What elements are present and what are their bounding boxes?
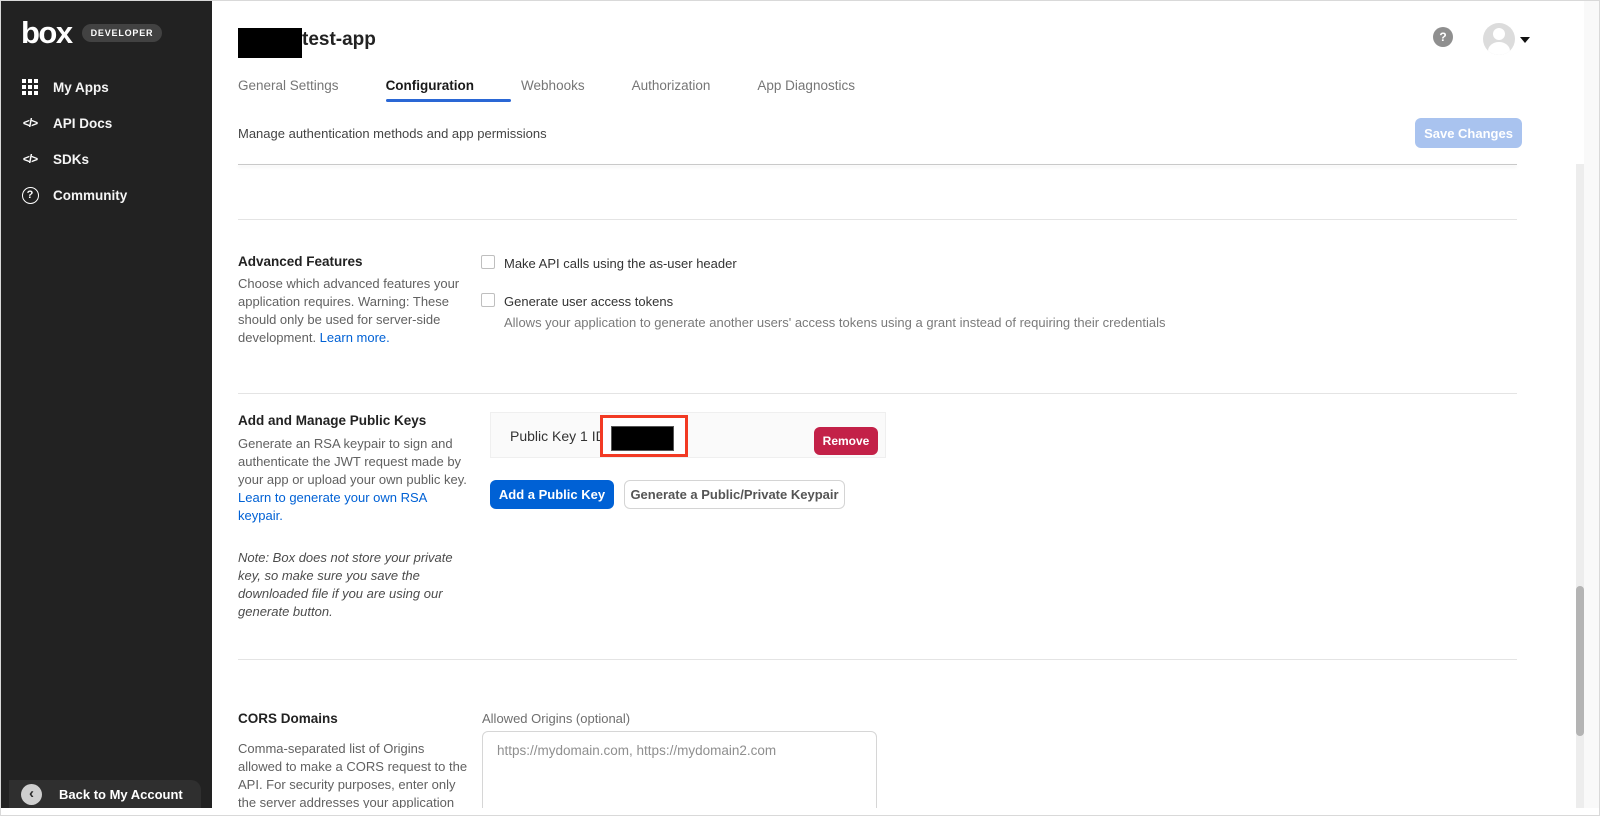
rsa-keypair-link[interactable]: Learn to generate your own RSA keypair. — [238, 490, 427, 523]
back-to-my-account-label: Back to My Account — [59, 787, 183, 802]
advanced-features-title: Advanced Features — [238, 254, 363, 269]
avatar[interactable] — [1483, 23, 1515, 55]
divider — [238, 164, 1517, 165]
divider — [238, 219, 1517, 220]
public-keys-note: Note: Box does not store your private ke… — [238, 549, 471, 621]
chevron-down-icon[interactable] — [1520, 37, 1530, 43]
sidebar-item-community[interactable]: ? Community — [1, 177, 212, 213]
generate-keypair-button[interactable]: Generate a Public/Private Keypair — [624, 480, 845, 509]
public-key-id-redaction-highlight — [600, 415, 688, 457]
allowed-origins-label: Allowed Origins (optional) — [482, 711, 630, 726]
box-logo[interactable]: box DEVELOPER — [21, 17, 162, 48]
user-tokens-description: Allows your application to generate anot… — [504, 315, 1166, 330]
sidebar-item-sdks[interactable]: </> SDKs — [1, 141, 212, 177]
as-user-checkbox-label: Make API calls using the as-user header — [504, 256, 737, 271]
advanced-features-description: Choose which advanced features your appl… — [238, 275, 471, 347]
divider — [238, 393, 1517, 394]
question-circle-icon: ? — [19, 187, 41, 204]
right-gutter — [1584, 1, 1600, 816]
public-key-id-redaction-box — [611, 426, 674, 451]
section-subtitle: Manage authentication methods and app pe… — [238, 126, 547, 141]
box-logo-text: box — [21, 17, 72, 48]
tab-webhooks[interactable]: Webhooks — [521, 78, 585, 102]
user-tokens-checkbox[interactable] — [481, 293, 495, 307]
learn-more-link[interactable]: Learn more. — [320, 330, 390, 345]
public-keys-title: Add and Manage Public Keys — [238, 413, 426, 428]
sidebar-item-label: API Docs — [53, 116, 112, 131]
tab-app-diagnostics[interactable]: App Diagnostics — [757, 78, 855, 102]
public-key-id-label: Public Key 1 ID — [510, 428, 606, 444]
tab-authorization[interactable]: Authorization — [632, 78, 711, 102]
avatar-shoulders — [1488, 42, 1510, 55]
window-bottom-edge — [1, 808, 1600, 816]
sidebar-item-api-docs[interactable]: </> API Docs — [1, 105, 212, 141]
sidebar-nav: My Apps </> API Docs </> SDKs ? Communit… — [1, 69, 212, 213]
sidebar-item-label: My Apps — [53, 80, 109, 95]
sidebar-item-label: SDKs — [53, 152, 89, 167]
code-icon: </> — [19, 152, 41, 166]
as-user-checkbox[interactable] — [481, 255, 495, 269]
allowed-origins-textarea[interactable] — [482, 731, 877, 815]
help-icon[interactable]: ? — [1433, 27, 1453, 47]
sidebar-item-my-apps[interactable]: My Apps — [1, 69, 212, 105]
cors-description: Comma-separated list of Origins allowed … — [238, 740, 471, 812]
remove-key-button[interactable]: Remove — [814, 427, 878, 455]
user-tokens-checkbox-label: Generate user access tokens — [504, 294, 673, 309]
app-name-redaction-box — [238, 28, 302, 58]
cors-title: CORS Domains — [238, 711, 338, 726]
sidebar: box DEVELOPER My Apps </> API Docs </> — [1, 1, 212, 808]
page-title: test-app — [302, 29, 376, 51]
tab-general-settings[interactable]: General Settings — [238, 78, 339, 102]
apps-grid-icon — [19, 79, 41, 95]
code-icon: </> — [19, 116, 41, 130]
sidebar-item-label: Community — [53, 188, 127, 203]
public-keys-description: Generate an RSA keypair to sign and auth… — [238, 435, 471, 525]
tab-bar: General Settings Configuration Webhooks … — [238, 78, 855, 102]
box-developer-console: box DEVELOPER My Apps </> API Docs </> — [0, 0, 1600, 816]
developer-badge: DEVELOPER — [82, 24, 163, 42]
add-public-key-button[interactable]: Add a Public Key — [490, 480, 614, 509]
scrollbar-thumb[interactable] — [1576, 586, 1584, 736]
back-to-my-account-button[interactable]: ‹ Back to My Account — [9, 780, 201, 809]
tab-configuration[interactable]: Configuration — [386, 78, 474, 102]
chevron-left-icon: ‹ — [21, 784, 42, 805]
avatar-head — [1493, 28, 1505, 40]
divider — [238, 659, 1517, 660]
save-changes-button[interactable]: Save Changes — [1415, 118, 1522, 148]
